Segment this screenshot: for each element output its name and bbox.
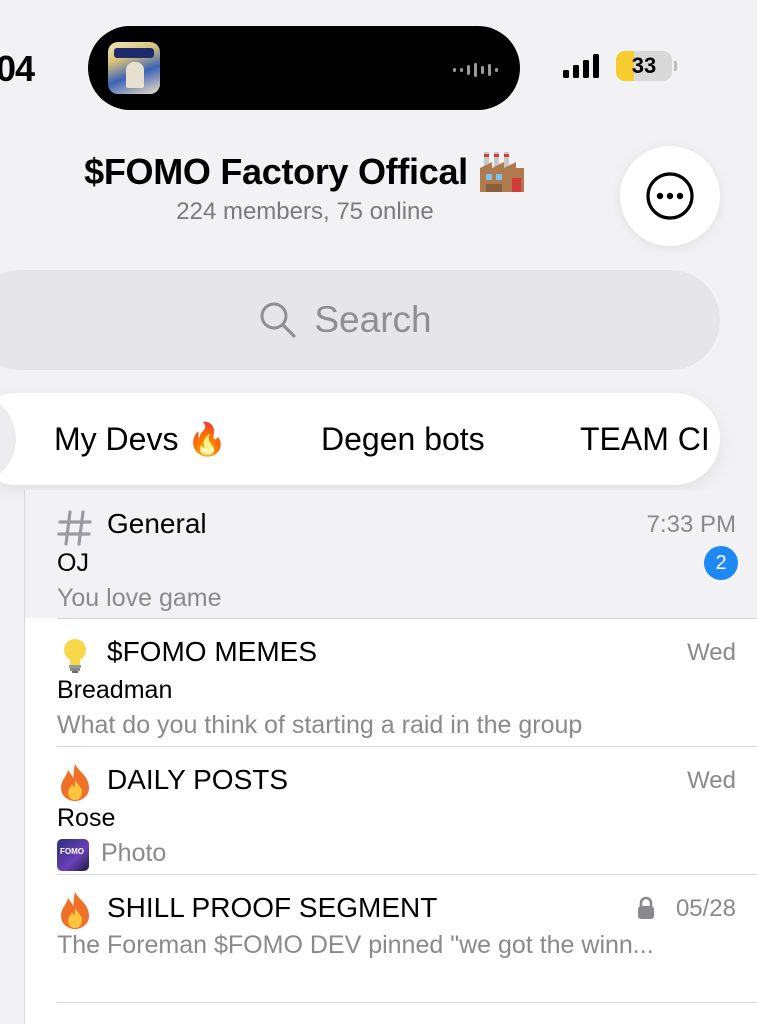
topic-name: General <box>107 508 207 539</box>
tab-previous-selected[interactable] <box>0 393 16 485</box>
status-bar: 04 33 <box>0 0 757 120</box>
hash-icon <box>57 510 92 546</box>
unread-badge: 2 <box>704 546 738 580</box>
topic-row-fomo-memes[interactable]: $FOMO MEMES Wed Breadman What do you thi… <box>25 619 757 746</box>
topic-time: Wed <box>687 639 736 666</box>
battery-icon: 33 <box>616 51 672 81</box>
topic-name: DAILY POSTS <box>107 764 289 795</box>
topic-sender: Breadman <box>57 676 173 704</box>
topic-time: Wed <box>687 767 736 794</box>
topic-time: 7:33 PM <box>646 511 736 538</box>
audio-waveform-icon <box>453 63 498 77</box>
topic-preview: Photo <box>101 839 167 867</box>
topic-sender: OJ <box>57 549 89 577</box>
group-title-text: $FOMO Factory Offical <box>84 151 468 192</box>
topic-row-daily-posts[interactable]: DAILY POSTS Wed Rose FOMO Photo <box>25 747 757 874</box>
factory-icon <box>478 150 526 194</box>
divider <box>57 1002 757 1003</box>
topic-name: SHILL PROOF SEGMENT <box>107 892 438 923</box>
topic-row-shill-proof[interactable]: SHILL PROOF SEGMENT 05/28 The Foreman $F… <box>25 875 757 1002</box>
ellipsis-circle-icon <box>646 172 694 220</box>
topic-preview: You love game <box>57 584 222 612</box>
topic-time: 05/28 <box>675 895 736 922</box>
photo-thumbnail: FOMO <box>57 839 89 871</box>
search-input[interactable]: Search <box>0 270 720 370</box>
dynamic-island[interactable] <box>88 26 520 110</box>
topic-preview: What do you think of starting a raid in … <box>57 711 583 739</box>
chat-header[interactable]: $FOMO Factory Offical 224 members, 75 on… <box>0 150 610 226</box>
member-count: 224 members, 75 online <box>176 198 434 225</box>
topic-list: General 7:33 PM OJ 2 You love game $FOMO… <box>24 490 757 1024</box>
lock-icon <box>638 896 654 919</box>
search-placeholder: Search <box>314 299 432 340</box>
tab-my-devs[interactable]: My Devs 🔥 <box>54 393 227 485</box>
now-playing-artwork <box>108 42 160 94</box>
topic-sender: Rose <box>57 804 116 832</box>
topic-preview: The Foreman $FOMO DEV pinned "we got the… <box>57 931 654 959</box>
more-options-button[interactable] <box>620 146 720 246</box>
lightbulb-icon <box>64 639 86 673</box>
topic-name: $FOMO MEMES <box>107 636 318 667</box>
status-time: 04 <box>0 48 35 89</box>
fire-icon <box>61 764 89 801</box>
cellular-signal-icon <box>563 54 599 78</box>
folder-tabs: My Devs 🔥 Degen bots TEAM CI <box>0 393 720 485</box>
search-icon <box>260 302 296 338</box>
tab-team[interactable]: TEAM CI <box>580 393 710 485</box>
battery-percent: 33 <box>631 53 657 78</box>
group-title: $FOMO Factory Offical <box>84 150 526 194</box>
fire-icon <box>61 892 89 929</box>
tab-degen-bots[interactable]: Degen bots <box>321 393 485 485</box>
topic-row-general[interactable]: General 7:33 PM OJ 2 You love game <box>25 490 757 618</box>
